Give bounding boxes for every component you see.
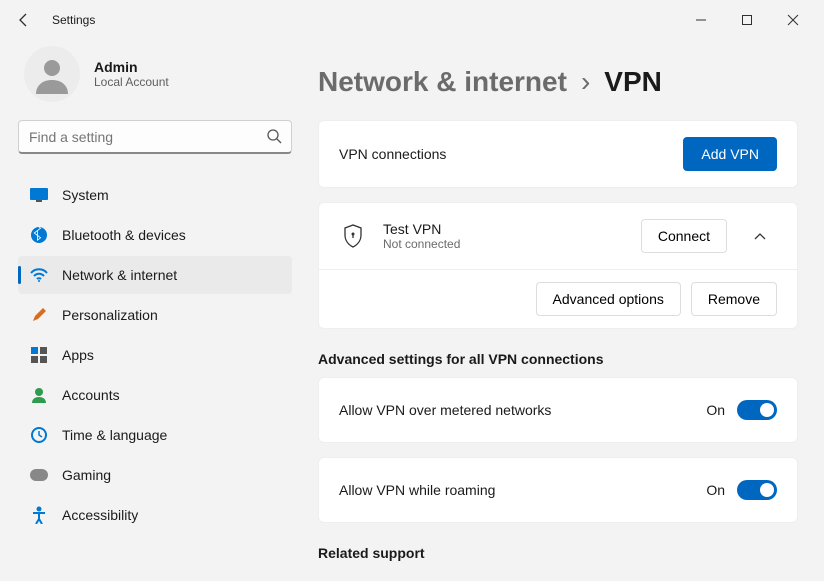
sidebar-item-system[interactable]: System bbox=[18, 176, 292, 214]
titlebar: Settings bbox=[0, 0, 824, 40]
add-vpn-button[interactable]: Add VPN bbox=[683, 137, 777, 171]
roaming-label: Allow VPN while roaming bbox=[339, 482, 495, 498]
gaming-icon bbox=[30, 466, 48, 484]
user-name: Admin bbox=[94, 59, 169, 75]
close-icon bbox=[787, 14, 799, 26]
sidebar-item-label: Bluetooth & devices bbox=[62, 227, 186, 243]
wifi-icon bbox=[30, 266, 48, 284]
close-button[interactable] bbox=[770, 4, 816, 36]
roaming-state: On bbox=[706, 482, 725, 498]
account-icon bbox=[30, 386, 48, 404]
page-title: VPN bbox=[604, 66, 662, 98]
nav: System Bluetooth & devices Network & int… bbox=[18, 176, 292, 534]
advanced-options-button[interactable]: Advanced options bbox=[536, 282, 681, 316]
sidebar-item-label: Time & language bbox=[62, 427, 167, 443]
bluetooth-icon bbox=[30, 226, 48, 244]
sidebar-item-label: Network & internet bbox=[62, 267, 177, 283]
metered-toggle-card: Allow VPN over metered networks On bbox=[318, 377, 798, 443]
user-sub: Local Account bbox=[94, 75, 169, 89]
app-title: Settings bbox=[52, 13, 95, 27]
vpn-entry-card: Test VPN Not connected Connect Advanced … bbox=[318, 202, 798, 329]
sidebar-item-label: Apps bbox=[62, 347, 94, 363]
metered-label: Allow VPN over metered networks bbox=[339, 402, 551, 418]
chevron-up-icon bbox=[753, 229, 767, 243]
sidebar-item-apps[interactable]: Apps bbox=[18, 336, 292, 374]
accessibility-icon bbox=[30, 506, 48, 524]
connect-button[interactable]: Connect bbox=[641, 219, 727, 253]
related-support-header: Related support bbox=[318, 545, 798, 561]
brush-icon bbox=[30, 306, 48, 324]
main-content: Network & internet › VPN VPN connections… bbox=[310, 40, 824, 581]
person-icon bbox=[32, 54, 72, 94]
vpn-name: Test VPN bbox=[383, 221, 460, 237]
sidebar-item-accessibility[interactable]: Accessibility bbox=[18, 496, 292, 534]
sidebar-item-label: Gaming bbox=[62, 467, 111, 483]
sidebar: Admin Local Account System Bluetooth & d… bbox=[0, 40, 310, 581]
sidebar-item-time[interactable]: Time & language bbox=[18, 416, 292, 454]
arrow-left-icon bbox=[16, 12, 32, 28]
clock-icon bbox=[30, 426, 48, 444]
sidebar-item-label: System bbox=[62, 187, 109, 203]
back-button[interactable] bbox=[8, 4, 40, 36]
sidebar-item-personalization[interactable]: Personalization bbox=[18, 296, 292, 334]
apps-icon bbox=[30, 346, 48, 364]
sidebar-item-label: Accessibility bbox=[62, 507, 138, 523]
expand-button[interactable] bbox=[743, 219, 777, 253]
vpn-connections-card: VPN connections Add VPN bbox=[318, 120, 798, 188]
breadcrumb-parent[interactable]: Network & internet bbox=[318, 66, 567, 98]
metered-toggle[interactable] bbox=[737, 400, 777, 420]
sidebar-item-network[interactable]: Network & internet bbox=[18, 256, 292, 294]
sidebar-item-label: Accounts bbox=[62, 387, 120, 403]
shield-icon bbox=[339, 224, 367, 248]
search-input[interactable] bbox=[18, 120, 292, 154]
sidebar-item-bluetooth[interactable]: Bluetooth & devices bbox=[18, 216, 292, 254]
maximize-icon bbox=[741, 14, 753, 26]
maximize-button[interactable] bbox=[724, 4, 770, 36]
sidebar-item-gaming[interactable]: Gaming bbox=[18, 456, 292, 494]
roaming-toggle-card: Allow VPN while roaming On bbox=[318, 457, 798, 523]
minimize-icon bbox=[695, 14, 707, 26]
minimize-button[interactable] bbox=[678, 4, 724, 36]
sidebar-item-label: Personalization bbox=[62, 307, 158, 323]
vpn-section-label: VPN connections bbox=[339, 146, 446, 162]
metered-state: On bbox=[706, 402, 725, 418]
search-icon bbox=[266, 128, 282, 144]
sidebar-item-accounts[interactable]: Accounts bbox=[18, 376, 292, 414]
avatar bbox=[24, 46, 80, 102]
search-box bbox=[18, 120, 292, 154]
system-icon bbox=[30, 186, 48, 204]
roaming-toggle[interactable] bbox=[737, 480, 777, 500]
chevron-right-icon: › bbox=[581, 66, 590, 98]
advanced-settings-header: Advanced settings for all VPN connection… bbox=[318, 351, 798, 367]
breadcrumb: Network & internet › VPN bbox=[318, 66, 798, 98]
user-block[interactable]: Admin Local Account bbox=[18, 42, 292, 120]
window-controls bbox=[678, 4, 816, 36]
remove-button[interactable]: Remove bbox=[691, 282, 777, 316]
vpn-status: Not connected bbox=[383, 237, 460, 251]
